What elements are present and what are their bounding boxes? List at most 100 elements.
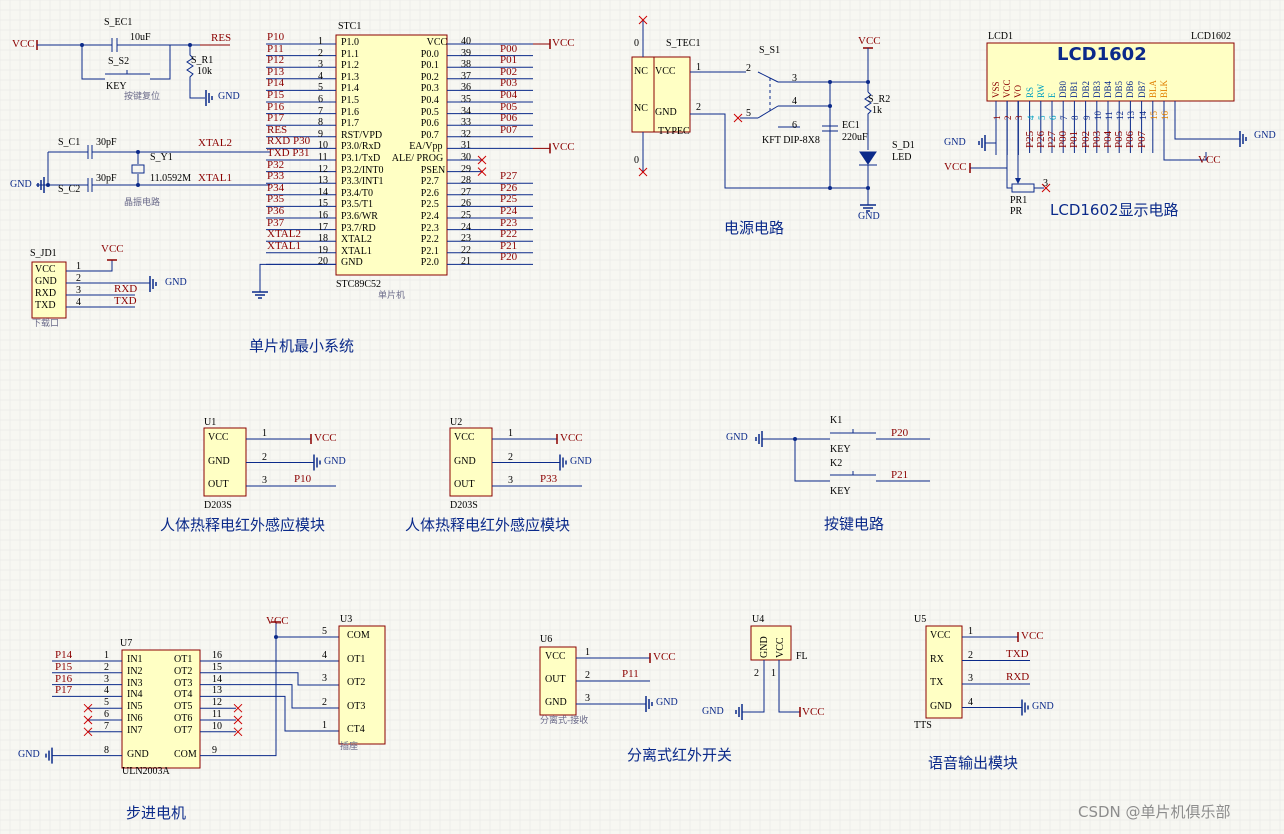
uln-pin-num: 4 — [104, 685, 109, 697]
crystal-y1: S_Y1 — [150, 152, 173, 163]
pr1-body — [1011, 183, 1035, 193]
crystal-c2: S_C2 — [58, 184, 81, 195]
lcd-pin-name: DB6 — [1125, 80, 1136, 98]
pir1-pin-num: 2 — [262, 451, 267, 463]
pir2-pin-num: 2 — [508, 451, 513, 463]
uln-pin-name: OT3 — [174, 677, 193, 689]
mcu-pin-num: 33 — [461, 117, 471, 129]
mcu-pin-name: EA/Vpp — [409, 141, 443, 153]
power-pin1: 1 — [696, 62, 701, 73]
junction-dot — [46, 183, 50, 187]
mcu-pin-name: P2.7 — [420, 176, 439, 188]
mcu-pin-net: P20 — [500, 251, 518, 264]
crystal-c2-val: 30pF — [96, 173, 117, 184]
mcu-part: STC89C52 — [336, 279, 382, 290]
mcu-pin-net: P25 — [500, 193, 518, 206]
power-vcc-net: VCC — [858, 35, 881, 47]
schematic-canvas — [0, 0, 1284, 834]
ir-pin-num: 3 — [585, 693, 590, 704]
reset-key: KEY — [106, 81, 127, 92]
socket-pin-name: COM — [347, 630, 370, 641]
lcd-pin-net: P02 — [1079, 130, 1092, 148]
mcu-pin-num: 11 — [318, 152, 328, 163]
mcu-pin-net: P00 — [500, 42, 518, 55]
download-pin-num: 4 — [76, 297, 81, 308]
mcu-pin-name: P1.6 — [341, 106, 360, 118]
fl-pin-vcc: VCC — [775, 637, 786, 658]
caption-mcu: 单片机最小系统 — [249, 337, 355, 355]
watermark: CSDN @单片机俱乐部 — [1078, 803, 1231, 821]
power-switch-pin-5: 5 — [746, 108, 751, 119]
junction-dot — [136, 183, 140, 187]
mcu-pin-name: P1.2 — [341, 60, 360, 72]
caption-power: 电源电路 — [724, 219, 785, 237]
fl-pin-gnd: GND — [759, 636, 770, 658]
fl-gnd-label: GND — [702, 706, 724, 717]
pir2-gnd: GND — [570, 455, 592, 467]
lcd-pin-name: VSS — [991, 81, 1001, 98]
lcd-pin-num: 9 — [1081, 115, 1092, 121]
socket-pin-name: CT4 — [347, 724, 365, 735]
tts-pin-name: GND — [930, 700, 952, 712]
uln-pin-name: OT4 — [174, 689, 193, 701]
mcu-pin-net: P37 — [267, 216, 285, 229]
lcd-pin-name: E — [1047, 92, 1057, 99]
lcd-part: LCD1602 — [1191, 31, 1231, 42]
lcd-pin-name: BLK — [1159, 80, 1169, 98]
mcu-pin-name: P3.6/WR — [341, 211, 378, 222]
lcd-pin-name: RW — [1035, 83, 1046, 98]
fl-pin1: 1 — [771, 668, 776, 679]
lcd-pin-name: BLA — [1147, 80, 1158, 98]
key-k2-net: P21 — [891, 469, 909, 481]
uln-pin-num: 13 — [212, 685, 222, 697]
mcu-pin-num: 37 — [461, 70, 471, 82]
lcd-pr-val: PR — [1010, 206, 1023, 217]
mcu-pin-num: 16 — [318, 210, 328, 221]
mcu-pin-name: P2.3 — [420, 222, 439, 234]
lcd-pin-name: DB4 — [1103, 80, 1113, 98]
pir2-designator: U2 — [450, 417, 463, 428]
mcu-pin-net: P16 — [267, 100, 285, 113]
pir2-pin-num: 1 — [508, 428, 513, 439]
pir2-pin-name: OUT — [454, 479, 475, 490]
lcd-pin-num: 11 — [1104, 111, 1114, 120]
uln-pin-name: OT5 — [174, 701, 193, 713]
mcu-pin-net: P23 — [500, 216, 518, 229]
key-k2-part: KEY — [830, 486, 851, 497]
caption-keys: 按键电路 — [824, 515, 885, 533]
socket-designator: U3 — [340, 614, 353, 625]
uln-pin-name: OT1 — [174, 654, 193, 665]
pir1-gnd: GND — [324, 455, 346, 467]
fl-label: FL — [796, 651, 808, 662]
mcu-pin-num: 21 — [461, 256, 471, 268]
mcu-pin-num: 18 — [318, 233, 328, 245]
mcu-pin-num: 14 — [318, 186, 328, 198]
mcu-pin-num: 17 — [318, 221, 328, 233]
mcu-pin-name: P1.1 — [341, 48, 360, 60]
mcu-pin-net: P02 — [500, 65, 518, 78]
mcu-pin-name: P1.7 — [341, 118, 360, 130]
mcu-pin-name: P3.0/RxD — [341, 141, 381, 153]
download-pin-name: GND — [35, 276, 57, 287]
lcd-pr-pin3: 3 — [1043, 178, 1048, 189]
pir2-pin-name: VCC — [454, 432, 475, 443]
uln-pin-num: 12 — [212, 697, 222, 709]
mcu-pin-net: P04 — [500, 89, 518, 101]
pir1-pin-num: 3 — [262, 475, 267, 486]
reset-note: 按键复位 — [124, 92, 161, 102]
mcu-pin-name: P1.4 — [341, 83, 360, 95]
mcu-pin-num: 27 — [461, 186, 471, 198]
key-k2: K2 — [830, 458, 843, 469]
power-switch-pin-2: 2 — [746, 63, 751, 74]
power-r2-val: 1k — [872, 105, 882, 116]
power-led-val: LED — [892, 152, 912, 163]
lcd-pin-name: VCC — [1002, 79, 1013, 98]
uln-pin-name: IN5 — [127, 701, 143, 713]
lcd-pin-name: DB2 — [1080, 80, 1091, 98]
mcu-pin-net: P12 — [267, 54, 285, 67]
crystal-c1: S_C1 — [58, 137, 81, 148]
power-gnd-label: GND — [858, 211, 880, 222]
download-pin-name: RXD — [35, 288, 57, 299]
lcd-pin-num: 10 — [1092, 111, 1103, 120]
mcu-pin-net: P24 — [500, 205, 518, 217]
